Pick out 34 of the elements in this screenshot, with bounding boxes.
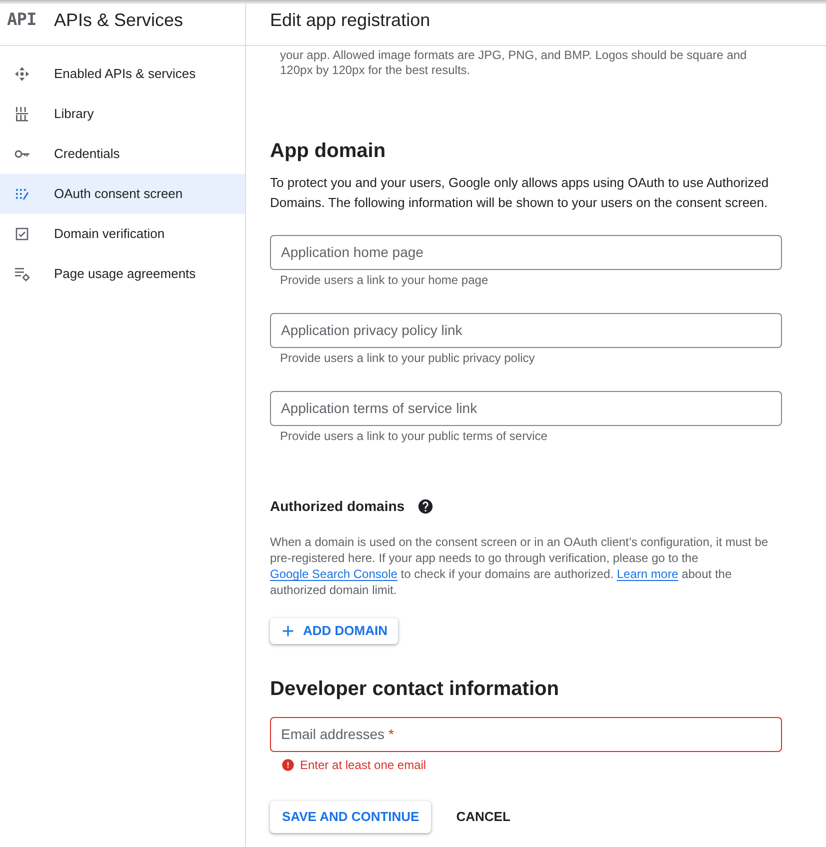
text-field[interactable]: Application privacy policy link [270,313,782,348]
help-icon[interactable] [416,498,434,514]
text-field[interactable]: Application home page [270,235,782,270]
error-icon [281,758,295,772]
section-description: To protect you and your users, Google only allows apps using OAuth to use Authorized Domains. The following information will be shown to your users on the consent screen. [270,174,770,212]
text-field[interactable]: Application terms of service link [270,391,782,426]
save-and-continue-button[interactable]: SAVE AND CONTINUE [270,801,432,833]
helper-text: Provide users a link to your public terms of service [279,428,548,444]
link[interactable]: Google Search Console [270,567,398,581]
cancel-button[interactable]: CANCEL [445,801,522,833]
logo-format-note: your app. Allowed image formats are JPG, PNG, and BMP. Logos should be square and 120px by 120px for the best results. [279,48,748,78]
section-heading: App domain [270,139,387,163]
helper-text: Provide users a link to your public privacy policy [279,350,536,366]
sidebar-item[interactable]: OAuth consent screen [0,174,245,214]
list-gear-icon [14,266,30,282]
subsection-heading: Authorized domains [270,497,405,516]
field-label: Application terms of service link [281,399,478,418]
field-label: Application privacy policy link [281,321,462,340]
domains-description: When a domain is used on the consent screen or in an OAuth client’s configuration, it must be pre-registered here. If your app needs to go through verification, please go to the Google Search Console to check if your domains are authorized. Learn more about the authorized domain limit. [270,534,770,598]
four-arrows-icon [14,66,30,82]
helper-text: Provide users a link to your home page [279,272,490,288]
page-title: Edit app registration [270,9,430,32]
text-field[interactable]: Email addresses * [270,717,782,752]
library-bars-icon [14,106,30,122]
field-label: Application home page [281,243,424,262]
add-domain-button[interactable]: ADD DOMAIN [270,618,398,644]
dotted-grid-icon [14,186,30,202]
section-heading: Developer contact information [270,677,560,701]
api-logo: API [7,8,38,32]
error-message: Enter at least one email [300,757,426,773]
checked-square-icon [14,226,30,242]
field-label: Email addresses * [281,725,394,744]
link[interactable]: Learn more [616,567,678,581]
sidebar-title: APIs & Services [54,9,184,32]
